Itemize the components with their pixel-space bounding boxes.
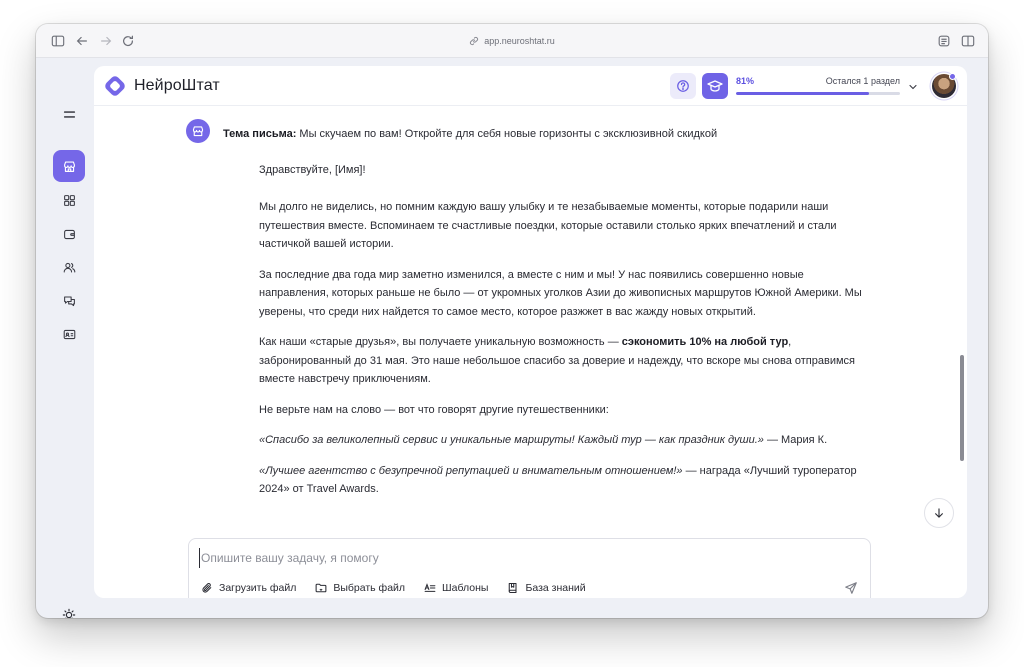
chat-icon	[63, 296, 75, 306]
email-subject: Тема письма: Мы скучаем по вам! Откройте…	[223, 125, 863, 144]
course-progress[interactable]: 81% Остался 1 раздел	[736, 76, 900, 98]
progress-remaining: Остался 1 раздел	[825, 76, 900, 86]
quote-2: «Лучшее агентство с безупречной репутаци…	[259, 464, 683, 477]
assistant-avatar	[186, 119, 210, 143]
templates-button[interactable]: Шаблоны	[424, 582, 488, 594]
sun-icon	[62, 608, 76, 618]
theme-toggle-button[interactable]	[62, 608, 76, 618]
sidebar-item-grid[interactable]	[53, 184, 85, 216]
paperclip-icon	[202, 583, 212, 593]
sidebar-item-wallet[interactable]	[53, 218, 85, 250]
sidebar-item-chat[interactable]	[53, 285, 85, 317]
choose-file-label: Выбрать файл	[333, 582, 406, 594]
question-icon	[677, 80, 689, 92]
app-header: НейроШтат 81% Остался 1 раздел	[94, 66, 967, 106]
id-card-icon	[63, 329, 75, 339]
scroll-to-bottom-button[interactable]	[924, 498, 954, 528]
sidebar-item-users[interactable]	[53, 251, 85, 283]
address-bar[interactable]: app.neuroshtat.ru	[36, 34, 988, 48]
logo-icon	[105, 76, 125, 96]
email-paragraph-4: Не верьте нам на слово — вот что говорят…	[259, 403, 609, 416]
sidebar	[36, 58, 94, 618]
split-view-icon[interactable]	[960, 33, 976, 49]
testimonial-2: «Лучшее агентство с безупречной репутаци…	[259, 462, 863, 499]
wallet-icon	[63, 229, 75, 239]
progress-percent: 81%	[736, 76, 755, 86]
course-button[interactable]	[702, 73, 728, 99]
message-composer: Загрузить файл Выбрать файл Шаблоны База…	[188, 538, 871, 598]
para3-before: Как наши «старые друзья», вы получаете у…	[259, 336, 622, 348]
sidebar-item-id-card[interactable]	[53, 318, 85, 350]
link-icon	[470, 36, 479, 46]
send-icon	[845, 582, 857, 594]
brand-name: НейроШтат	[134, 77, 220, 94]
chevron-down-icon	[909, 84, 917, 90]
browser-toolbar: app.neuroshtat.ru	[36, 24, 988, 58]
upload-file-label: Загрузить файл	[219, 582, 297, 594]
progress-fill	[736, 92, 869, 95]
folder-icon	[315, 583, 327, 593]
assistant-message: Тема письма: Мы скучаем по вам! Откройте…	[223, 125, 863, 507]
upload-file-button[interactable]: Загрузить файл	[201, 582, 296, 594]
grid-icon	[63, 194, 75, 206]
book-icon	[509, 582, 517, 594]
graduation-cap-icon	[707, 80, 723, 92]
progress-expand-button[interactable]	[907, 80, 919, 92]
hamburger-icon	[63, 110, 75, 118]
email-paragraph-1: Мы долго не виделись, но помним каждую в…	[259, 201, 837, 250]
chat-scrollbar[interactable]	[960, 355, 964, 461]
sidebar-item-store[interactable]	[53, 150, 85, 182]
discount-highlight: сэкономить 10% на любой тур	[621, 336, 789, 348]
store-icon	[192, 126, 204, 137]
send-button[interactable]	[844, 581, 858, 595]
text-lines-icon	[424, 583, 436, 592]
users-icon	[63, 262, 75, 272]
templates-label: Шаблоны	[442, 582, 489, 594]
knowledge-base-button[interactable]: База знаний	[507, 582, 586, 594]
help-button[interactable]	[670, 73, 696, 99]
progress-track	[736, 92, 900, 95]
subject-label: Тема письма:	[223, 128, 297, 140]
reader-icon[interactable]	[936, 33, 952, 49]
knowledge-base-label: База знаний	[525, 582, 586, 594]
url-text: app.neuroshtat.ru	[484, 36, 555, 46]
menu-button[interactable]	[53, 98, 85, 130]
composer-toolbar: Загрузить файл Выбрать файл Шаблоны База…	[201, 580, 586, 596]
email-paragraph-2: За последние два года мир заметно измени…	[259, 268, 862, 318]
notification-dot	[949, 73, 956, 80]
testimonial-1: «Спасибо за великолепный сервис и уникал…	[259, 431, 863, 450]
chat-area: Тема письма: Мы скучаем по вам! Откройте…	[94, 107, 967, 507]
email-greeting: Здравствуйте, [Имя]!	[259, 163, 366, 176]
arrow-down-icon	[935, 508, 943, 518]
subject-text: Мы скучаем по вам! Откройте для себя нов…	[296, 128, 718, 140]
store-icon	[63, 160, 75, 172]
app-panel: НейроШтат 81% Остался 1 раздел Тема пись…	[94, 66, 967, 598]
choose-file-button[interactable]: Выбрать файл	[315, 582, 405, 594]
prompt-input[interactable]	[199, 548, 839, 568]
email-paragraph-3: Как наши «старые друзья», вы получаете у…	[259, 333, 863, 389]
quote-1-author: — Мария К.	[763, 434, 828, 446]
quote-1: «Спасибо за великолепный сервис и уникал…	[259, 434, 764, 446]
browser-window: app.neuroshtat.ru НейроШтат 81% Остался …	[36, 24, 988, 618]
